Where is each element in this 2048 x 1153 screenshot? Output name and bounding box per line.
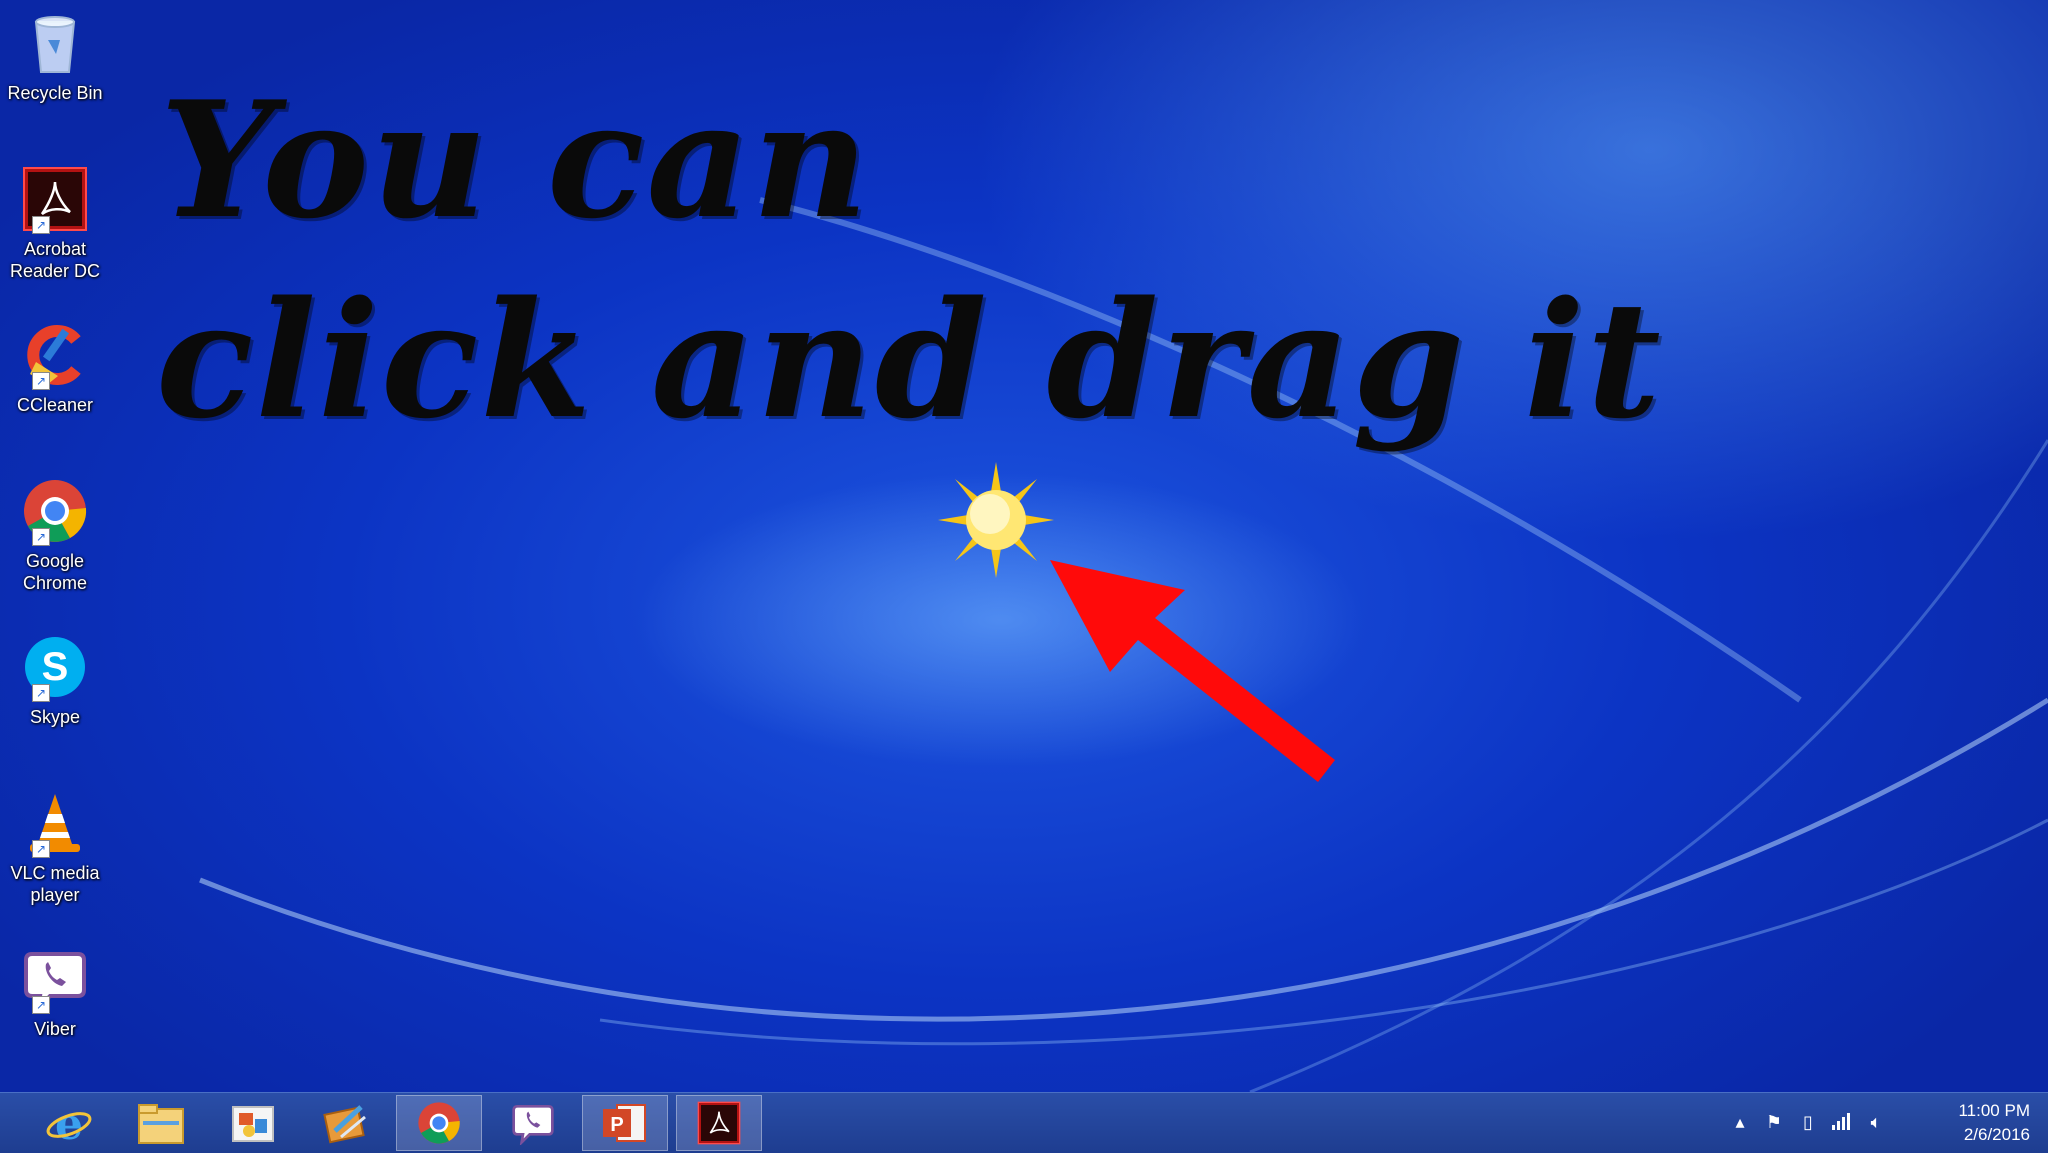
system-tray: ▴ ⚑ ▯ 🔈︎ 11:00 PM 2/6/2016	[1728, 1093, 2048, 1153]
shortcut-arrow-icon: ↗	[32, 840, 50, 858]
taskbar-chrome[interactable]	[396, 1095, 482, 1151]
desktop-icon-label: Recycle Bin	[7, 83, 103, 103]
overlay-caption: You can click and drag it	[156, 60, 1663, 460]
skype-icon: S ↗	[22, 634, 88, 702]
desktop-icon-skype[interactable]: S ↗ Skype	[4, 634, 106, 728]
photo-app-icon	[232, 1106, 274, 1142]
action-center-flag-icon[interactable]: ⚑	[1762, 1111, 1786, 1135]
shortcut-arrow-icon: ↗	[32, 372, 50, 390]
clock-date: 2/6/2016	[1963, 1125, 2030, 1144]
svg-text:e: e	[55, 1099, 83, 1147]
volume-speaker-icon[interactable]: 🔈︎	[1864, 1111, 1888, 1135]
taskbar-media-app[interactable]	[302, 1095, 388, 1151]
chrome-icon	[418, 1102, 460, 1144]
clock-time: 11:00 PM	[1958, 1101, 2030, 1120]
sun-icon[interactable]	[938, 462, 1054, 578]
red-arrow-annotation	[1050, 560, 1335, 782]
show-hidden-icons-chevron-icon[interactable]: ▴	[1728, 1111, 1752, 1135]
taskbar-powerpoint[interactable]: P	[582, 1095, 668, 1151]
vlc-cone-icon: ↗	[22, 790, 88, 858]
taskbar-file-explorer[interactable]	[118, 1095, 204, 1151]
shortcut-arrow-icon: ↗	[32, 216, 50, 234]
desktop-icon-label: Google Chrome	[22, 551, 88, 593]
acrobat-icon: ↗	[22, 166, 88, 234]
network-signal-icon[interactable]	[1830, 1111, 1854, 1135]
internet-explorer-icon: e	[46, 1099, 92, 1147]
desktop-icon-label: VLC media player	[10, 863, 100, 905]
powerpoint-icon: P	[603, 1104, 646, 1142]
chrome-icon: ↗	[22, 478, 88, 546]
desktop: Recycle Bin ↗ Acrobat Reader DC ↗ CClean…	[0, 0, 2048, 1092]
taskbar-internet-explorer[interactable]: e	[26, 1095, 112, 1151]
desktop-icon-label: Acrobat Reader DC	[9, 239, 101, 281]
file-explorer-icon	[138, 1104, 184, 1144]
acrobat-icon	[697, 1101, 741, 1145]
desktop-icon-recycle-bin[interactable]: Recycle Bin	[4, 10, 106, 104]
recycle-bin-icon	[22, 10, 88, 76]
svg-text:S: S	[42, 645, 69, 689]
desktop-icon-acrobat[interactable]: ↗ Acrobat Reader DC	[4, 166, 106, 282]
shortcut-arrow-icon: ↗	[32, 996, 50, 1014]
taskbar-clock[interactable]: 11:00 PM 2/6/2016	[1920, 1099, 2030, 1147]
desktop-icon-ccleaner[interactable]: ↗ CCleaner	[4, 322, 106, 416]
media-app-icon	[323, 1105, 366, 1144]
desktop-icon-viber[interactable]: ↗ Viber	[4, 946, 106, 1040]
taskbar-photo-app[interactable]	[210, 1095, 296, 1151]
ccleaner-icon: ↗	[22, 322, 88, 390]
caption-line-1: You can	[160, 66, 871, 254]
battery-icon[interactable]: ▯	[1796, 1111, 1820, 1135]
svg-text:P: P	[610, 1114, 623, 1136]
taskbar: e P ▴ ⚑ ▯ 🔈︎ 11:00 PM 2/6/2016	[0, 1092, 2048, 1153]
shortcut-arrow-icon: ↗	[32, 684, 50, 702]
shortcut-arrow-icon: ↗	[32, 528, 50, 546]
desktop-icon-google-chrome[interactable]: ↗ Google Chrome	[4, 478, 106, 594]
taskbar-acrobat[interactable]	[676, 1095, 762, 1151]
desktop-icon-label: Skype	[29, 707, 81, 727]
desktop-icon-vlc[interactable]: ↗ VLC media player	[4, 790, 106, 906]
caption-line-2: click and drag it	[156, 266, 1663, 454]
viber-icon	[512, 1105, 554, 1145]
desktop-icon-label: Viber	[34, 1019, 76, 1039]
taskbar-viber[interactable]	[490, 1095, 576, 1151]
viber-icon: ↗	[22, 946, 88, 1014]
desktop-icon-label: CCleaner	[16, 395, 94, 415]
